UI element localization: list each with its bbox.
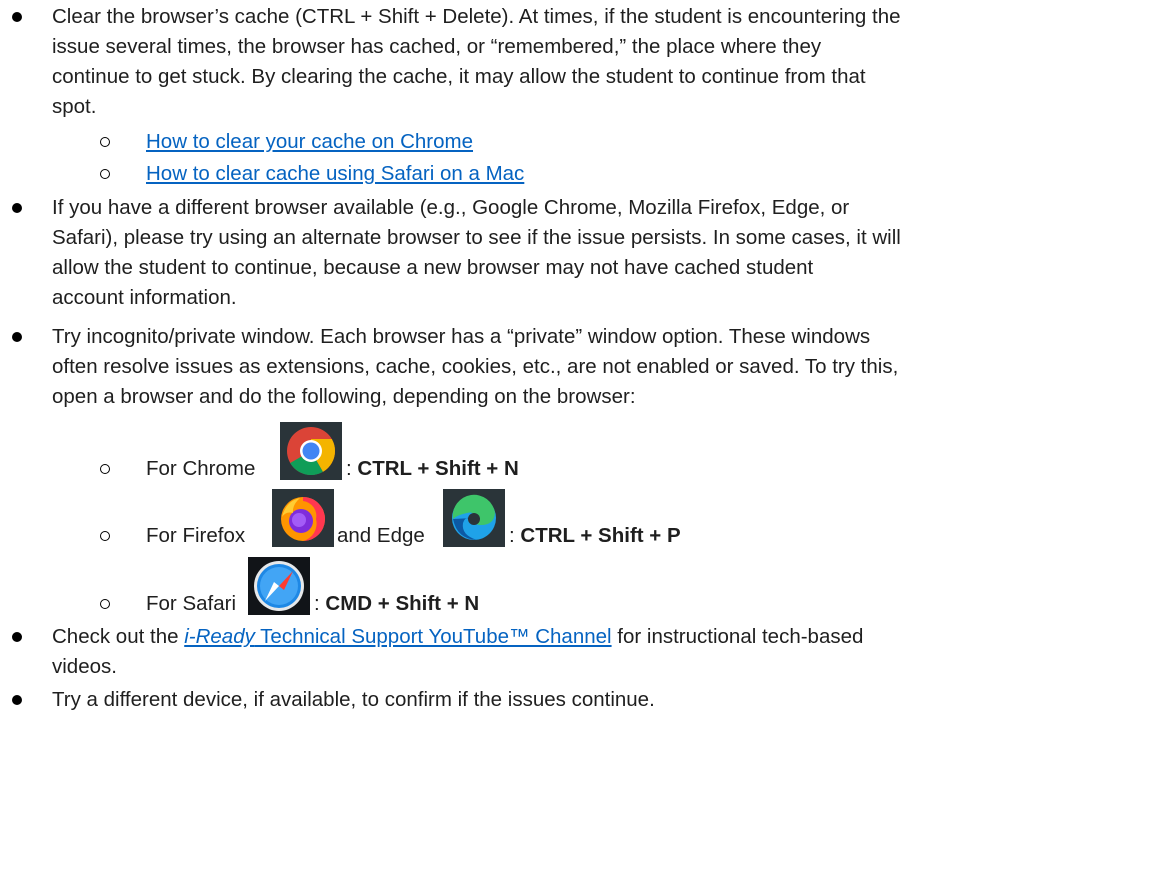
safari-cache-link[interactable]: How to clear cache using Safari on a Mac — [146, 159, 524, 189]
edge-icon — [443, 489, 505, 547]
safari-shortcut: : CMD + Shift + N — [314, 589, 479, 619]
iready-brand: i-Ready — [184, 625, 255, 648]
paragraph-line: Check out the i-Ready Technical Support … — [52, 622, 863, 652]
firefox-shortcut-label: For Firefox — [146, 524, 246, 547]
paragraph-line: continue to get stuck. By clearing the c… — [52, 65, 866, 88]
bullet-marker — [12, 332, 22, 342]
sub-bullet-marker — [100, 531, 110, 541]
paragraph-line: Try a different device, if available, to… — [52, 688, 655, 711]
colon-separator: : — [509, 524, 521, 547]
sub-bullet-marker — [100, 169, 110, 179]
bullet-marker — [12, 632, 22, 642]
colon-separator: : — [346, 457, 358, 480]
bullet-marker — [12, 695, 22, 705]
chrome-shortcut-label: For Chrome — [146, 457, 256, 480]
chrome-keys: CTRL + Shift + N — [357, 457, 519, 480]
paragraph-line: open a browser and do the following, dep… — [52, 385, 636, 408]
paragraph-line: Safari), please try using an alternate b… — [52, 226, 901, 249]
paragraph-line: account information. — [52, 286, 237, 309]
safari-keys: CMD + Shift + N — [325, 592, 480, 615]
chrome-shortcut: : CTRL + Shift + N — [346, 454, 519, 484]
edge-connector: and Edge — [337, 524, 425, 547]
paragraph-line: issue several times, the browser has cac… — [52, 35, 822, 58]
youtube-prefix: Check out the — [52, 625, 185, 648]
youtube-suffix: for instructional tech-based — [611, 625, 864, 648]
document-page: Clear the browser’s cache (CTRL + Shift … — [0, 0, 1171, 875]
paragraph-line: often resolve issues as extensions, cach… — [52, 355, 899, 378]
sub-bullet-marker — [100, 137, 110, 147]
firefox-edge-keys: CTRL + Shift + P — [520, 524, 681, 547]
paragraph-line: If you have a different browser availabl… — [52, 196, 850, 219]
paragraph-line: allow the student to continue, because a… — [52, 256, 814, 279]
sub-bullet-marker — [100, 464, 110, 474]
chrome-icon — [280, 422, 342, 480]
bullet-marker — [12, 12, 22, 22]
paragraph-line: spot. — [52, 95, 97, 118]
firefox-edge-shortcut: : CTRL + Shift + P — [509, 521, 681, 551]
colon-separator: : — [314, 592, 326, 615]
paragraph-line: Clear the browser’s cache (CTRL + Shift … — [52, 5, 901, 28]
bullet-marker — [12, 203, 22, 213]
paragraph-line: videos. — [52, 655, 117, 678]
safari-shortcut-label: For Safari — [146, 592, 236, 615]
firefox-icon — [272, 489, 334, 547]
youtube-link-text: Technical Support YouTube™ Channel — [254, 625, 612, 648]
chrome-cache-link[interactable]: How to clear your cache on Chrome — [146, 127, 473, 157]
youtube-channel-link[interactable]: i-Ready Technical Support YouTube™ Chann… — [184, 625, 611, 648]
safari-icon — [248, 557, 310, 615]
sub-bullet-marker — [100, 599, 110, 609]
paragraph-line: Try incognito/private window. Each brows… — [52, 325, 871, 348]
